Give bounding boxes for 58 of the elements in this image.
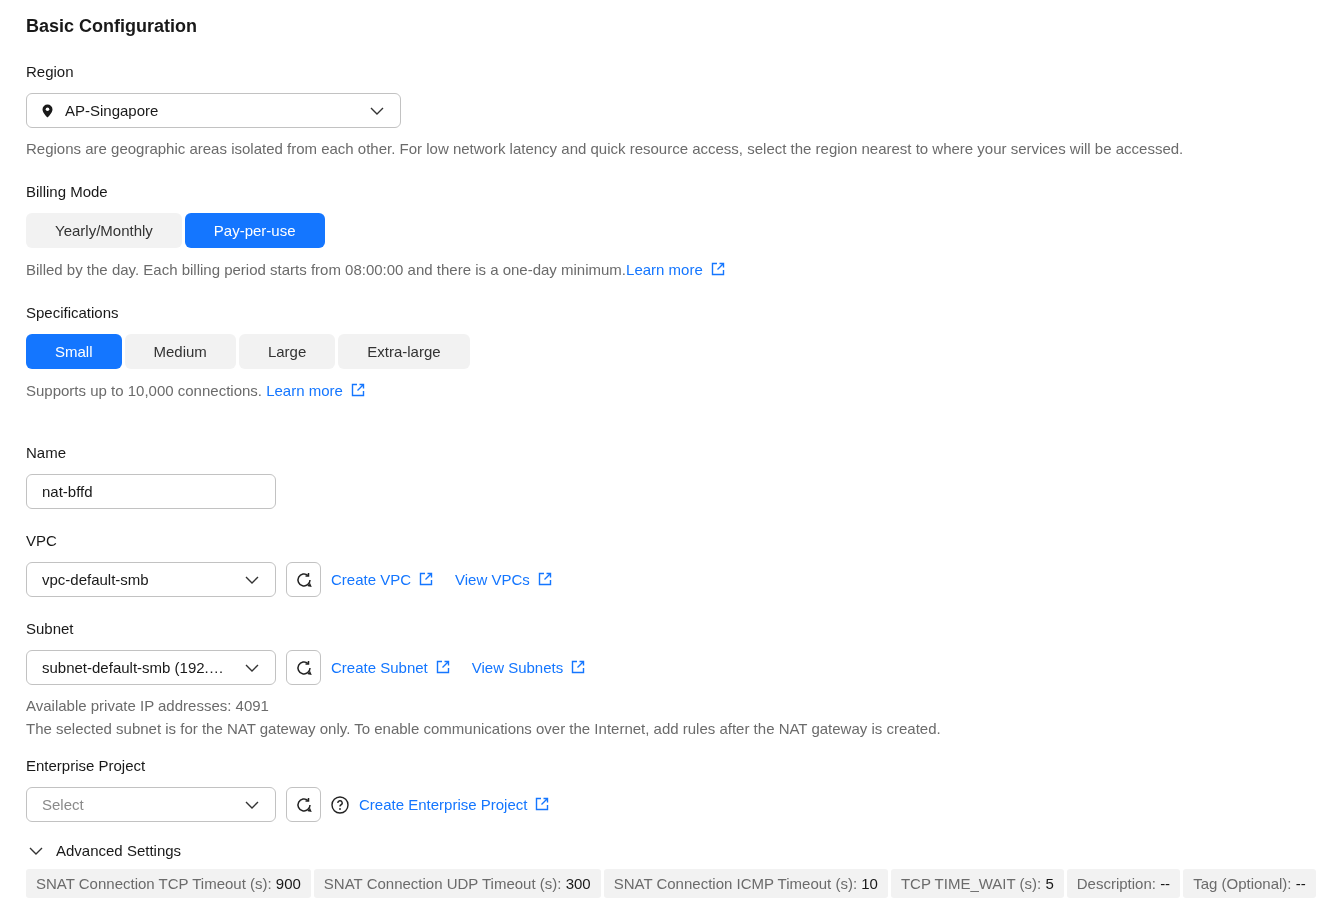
option-button[interactable]: Small — [26, 334, 122, 369]
advanced-settings-toggle[interactable]: Advanced Settings — [56, 842, 182, 859]
hint-text: Supports up to 10,000 connections. Learn more — [26, 382, 1312, 400]
link[interactable]: Create Enterprise Project — [359, 796, 551, 813]
link[interactable]: View VPCs — [455, 571, 553, 588]
option-button[interactable]: Yearly/Monthly — [26, 213, 182, 248]
refresh-button[interactable] — [286, 787, 321, 822]
chevron-down-icon — [370, 106, 384, 115]
option-button[interactable]: Large — [238, 334, 336, 369]
link[interactable]: View Subnets — [471, 659, 587, 676]
region-dropdown[interactable]: AP-Singapore — [26, 93, 401, 128]
hint-text: Regions are geographic areas isolated from each other. For low network latency and quick resource access, select the region nearest to where your services will be accessed. — [26, 140, 1185, 158]
field-label: Subnet — [26, 620, 75, 638]
field-label: Billing Mode — [26, 183, 109, 201]
setting-summary-tag: SNAT Connection TCP Timeout (s): 900 — [26, 869, 311, 898]
field-label: VPC — [26, 532, 58, 550]
link[interactable]: Create Subnet — [331, 659, 451, 676]
setting-summary-tag: Tag (Optional): -- — [1183, 869, 1316, 898]
external-link-icon — [709, 261, 726, 277]
dropdown-field[interactable]: vpc-default-smb — [26, 562, 276, 597]
location-pin-icon — [42, 103, 53, 118]
hint-text: Available private IP addresses: 4091 — [26, 697, 270, 715]
refresh-icon — [294, 658, 313, 677]
field-label: Enterprise Project — [26, 757, 147, 775]
external-link-icon — [534, 796, 551, 812]
dropdown-field[interactable]: subnet-default-smb (192.… — [26, 650, 276, 685]
chevron-down-icon — [245, 575, 259, 584]
link[interactable]: Create VPC — [331, 571, 435, 588]
field-label: Name — [26, 444, 67, 462]
option-button[interactable]: Extra-large — [338, 334, 470, 369]
external-link-icon — [570, 659, 587, 675]
dropdown-field[interactable]: Select — [26, 787, 276, 822]
name-input-field[interactable]: nat-bffd — [26, 474, 276, 509]
field-label: Specifications — [26, 304, 120, 322]
chevron-down-icon — [29, 846, 43, 855]
setting-summary-tag: Description: -- — [1066, 869, 1181, 898]
help-icon — [331, 795, 349, 814]
option-button[interactable]: Medium — [124, 334, 236, 369]
refresh-icon — [294, 570, 313, 589]
external-link-icon — [349, 382, 366, 398]
refresh-icon — [294, 795, 313, 814]
learn-more-link[interactable]: Learn more — [266, 382, 366, 399]
section-title: Basic Configuration — [26, 15, 198, 38]
refresh-button[interactable] — [286, 562, 321, 597]
hint-text: Billed by the day. Each billing period starts from 08:00:00 and there is a one-day minimum.Learn more — [26, 261, 1312, 279]
refresh-button[interactable] — [286, 650, 321, 685]
learn-more-link[interactable]: Learn more — [626, 261, 726, 278]
setting-summary-tag: TCP TIME_WAIT (s): 5 — [890, 869, 1064, 898]
chevron-down-icon — [245, 663, 259, 672]
setting-summary-tag: SNAT Connection ICMP Timeout (s): 10 — [603, 869, 888, 898]
external-link-icon — [418, 571, 435, 587]
option-button[interactable]: Pay-per-use — [184, 213, 325, 248]
setting-summary-tag: SNAT Connection UDP Timeout (s): 300 — [313, 869, 601, 898]
external-link-icon — [536, 571, 553, 587]
hint-text: The selected subnet is for the NAT gateway only. To enable communications over the Internet, add rules after the NAT gateway is created. — [26, 720, 942, 738]
chevron-down-icon — [245, 800, 259, 809]
field-label: Region — [26, 63, 75, 81]
external-link-icon — [434, 659, 451, 675]
